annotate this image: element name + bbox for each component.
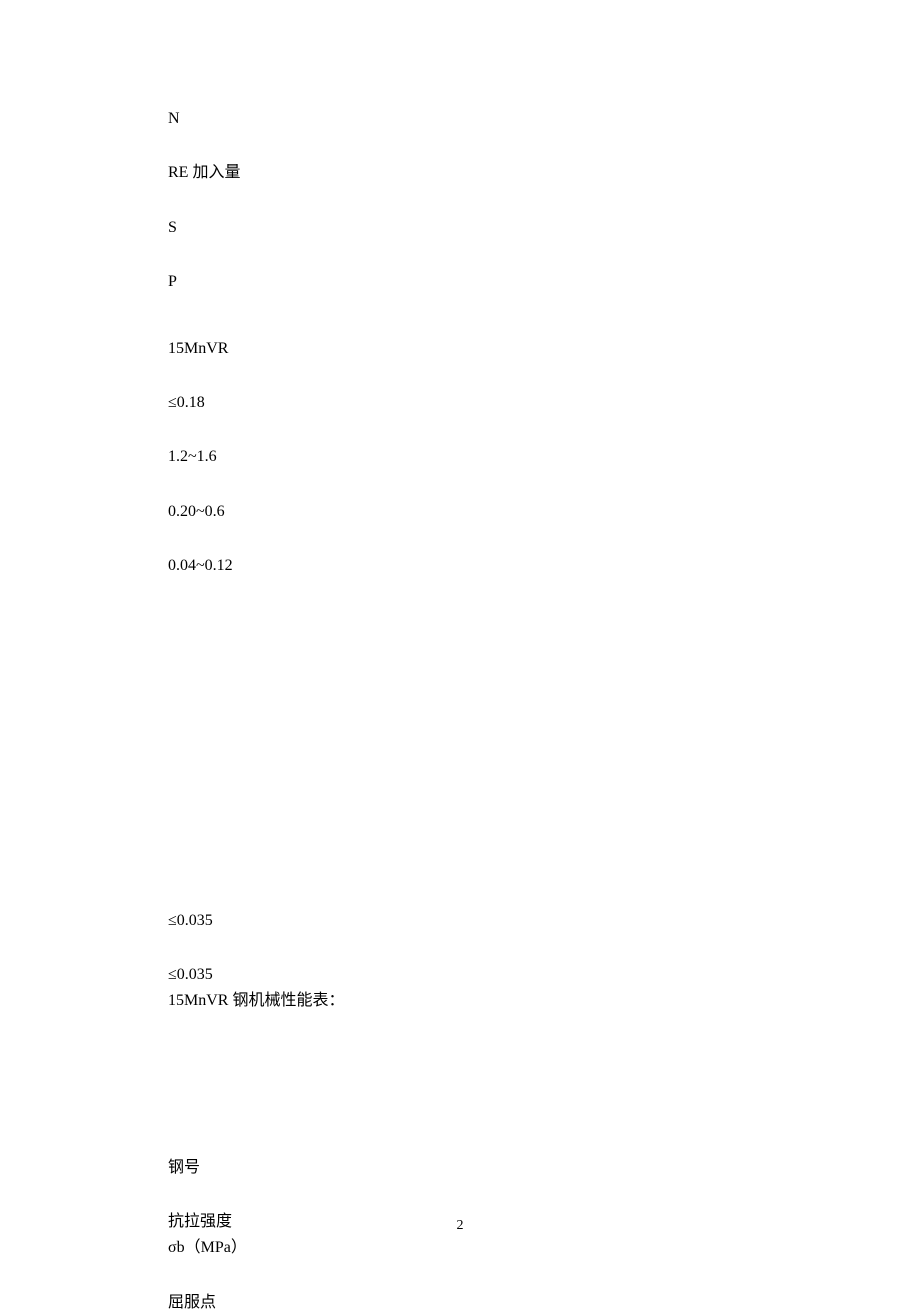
text-line: RE 加入量 (168, 162, 920, 184)
page-number: 2 (0, 1216, 920, 1236)
text-line: σb（MPa） (168, 1237, 920, 1259)
text-line: 0.20~0.6 (168, 501, 920, 523)
section-title: 15MnVR 钢机械性能表： (168, 990, 920, 1012)
text-line: 1.2~1.6 (168, 446, 920, 468)
text-line: 钢号 (168, 1157, 920, 1179)
text-line: P (168, 271, 920, 293)
text-line: 0.04~0.12 (168, 555, 920, 577)
text-line: ≤0.18 (168, 392, 920, 414)
document-page: N RE 加入量 S P 15MnVR ≤0.18 1.2~1.6 0.20~0… (0, 0, 920, 1302)
text-line: 屈服点 (168, 1292, 920, 1314)
text-line: S (168, 217, 920, 239)
text-line: ≤0.035 (168, 964, 920, 986)
text-line: N (168, 108, 920, 130)
text-line: 15MnVR (168, 338, 920, 360)
text-line: ≤0.035 (168, 910, 920, 932)
